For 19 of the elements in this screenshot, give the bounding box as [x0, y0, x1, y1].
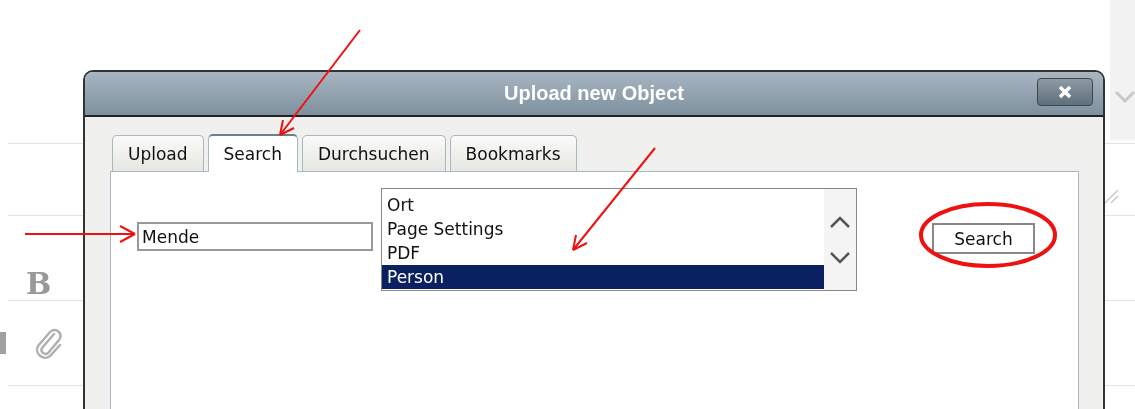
search-field[interactable]: Mende — [137, 222, 373, 251]
scroll-down-icon[interactable] — [829, 250, 851, 265]
list-item[interactable]: Person — [382, 265, 824, 289]
close-icon — [1057, 84, 1073, 100]
close-button[interactable] — [1037, 78, 1093, 106]
list-box[interactable]: Ort Page Settings PDF Person — [381, 188, 857, 291]
tab[interactable]: Upload — [112, 135, 204, 171]
list-item[interactable]: PDF — [382, 241, 824, 265]
list-item[interactable]: Page Settings — [382, 217, 824, 241]
window-title: Upload new Object — [504, 82, 684, 105]
chevron-down-icon — [1114, 90, 1135, 104]
resize-grip-icon — [1103, 188, 1119, 204]
paperclip-icon[interactable] — [34, 328, 64, 360]
scroll-up-icon[interactable] — [829, 214, 851, 229]
list-item[interactable]: Ort — [382, 193, 824, 217]
search-button[interactable]: Search — [932, 223, 1035, 254]
tab[interactable]: Durchsuchen — [302, 135, 446, 171]
tab[interactable]: Search — [207, 134, 298, 172]
tab[interactable]: Bookmarks — [449, 135, 577, 171]
